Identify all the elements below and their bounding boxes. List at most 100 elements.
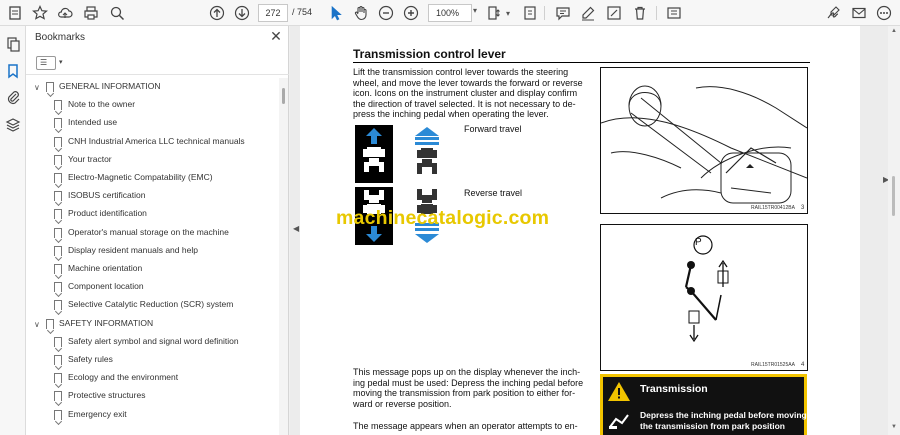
bookmark-icon bbox=[54, 300, 62, 311]
collapse-panel-left-icon[interactable]: ◀ bbox=[293, 224, 299, 233]
previous-page-icon[interactable] bbox=[207, 3, 227, 23]
zoom-in-icon[interactable] bbox=[401, 3, 421, 23]
bookmark-section[interactable]: ∨ GENERAL INFORMATION bbox=[26, 78, 278, 96]
bookmark-options-button[interactable]: ☰ ▾ bbox=[36, 56, 63, 70]
highlight-pen-icon[interactable] bbox=[578, 3, 598, 23]
bookmark-icon bbox=[54, 355, 62, 365]
bookmarks-panel: Bookmarks ✕ ☰ ▾ ∨ GENERAL INFORMATION Note … bbox=[26, 26, 289, 435]
email-icon[interactable] bbox=[849, 3, 869, 23]
bookmark-item[interactable]: Component location bbox=[26, 278, 278, 296]
park-symbol-label: P bbox=[695, 237, 702, 248]
section-heading: Transmission control lever bbox=[353, 47, 506, 61]
next-page-icon[interactable] bbox=[232, 3, 252, 23]
bookmark-item[interactable]: Display resident manuals and help bbox=[26, 242, 278, 260]
bookmark-icon bbox=[54, 118, 62, 129]
document-scroll-thumb[interactable] bbox=[892, 176, 895, 216]
sign-icon[interactable] bbox=[824, 3, 844, 23]
cloud-upload-icon[interactable] bbox=[55, 3, 75, 23]
scroll-down-icon[interactable]: ▼ bbox=[891, 424, 897, 430]
bookmark-icon bbox=[54, 391, 62, 402]
draw-icon[interactable] bbox=[604, 3, 624, 23]
bookmark-item[interactable]: Note to the owner bbox=[26, 96, 278, 114]
page-number-input[interactable]: 272 bbox=[258, 4, 288, 22]
bookmark-item[interactable]: Operator's manual storage on the machine bbox=[26, 224, 278, 242]
home-icon[interactable] bbox=[5, 3, 25, 23]
scroll-up-icon[interactable]: ▲ bbox=[891, 28, 897, 34]
page-total: / 754 bbox=[292, 7, 313, 17]
bookmark-item[interactable]: Ecology and the environment bbox=[26, 369, 278, 387]
select-cursor-icon[interactable] bbox=[326, 3, 346, 23]
lever-positions-diagram bbox=[684, 235, 729, 343]
forward-travel-icon-active bbox=[355, 125, 393, 183]
more-tools-icon[interactable] bbox=[664, 3, 684, 23]
bookmark-item[interactable]: Safety alert symbol and signal word defi… bbox=[26, 333, 278, 351]
bookmark-label: Note to the owner bbox=[68, 99, 136, 110]
warning-text: Depress the inching pedal before moving … bbox=[640, 410, 807, 431]
scroll-mode-icon[interactable] bbox=[520, 3, 540, 23]
print-icon[interactable] bbox=[81, 3, 101, 23]
page-fit-icon[interactable] bbox=[484, 3, 504, 23]
chevron-down-icon[interactable]: ∨ bbox=[34, 83, 40, 92]
page-fit-caret-icon[interactable]: ▾ bbox=[503, 3, 513, 23]
bookmark-icon bbox=[54, 245, 62, 256]
bookmark-label: Selective Catalytic Reduction (SCR) syst… bbox=[68, 299, 234, 310]
bookmark-item[interactable]: Protective structures bbox=[26, 387, 278, 405]
figure-number: 4 bbox=[801, 362, 805, 368]
hand-tool-icon[interactable] bbox=[351, 3, 371, 23]
reverse-travel-label: Reverse travel bbox=[464, 188, 523, 198]
bookmarks-panel-icon[interactable] bbox=[5, 63, 21, 79]
watermark-text: machinecatalogic.com bbox=[336, 207, 550, 229]
main-toolbar: 272 / 754 100% ▾ ▾ bbox=[0, 0, 900, 26]
page-thumbnails-icon[interactable] bbox=[5, 36, 21, 52]
document-scrollbar[interactable]: ▲ ▼ bbox=[888, 26, 900, 435]
bookmark-item[interactable]: Your tractor bbox=[26, 151, 278, 169]
panel-scroll-thumb[interactable] bbox=[282, 88, 285, 104]
bookmark-section[interactable]: ∨ SAFETY INFORMATION bbox=[26, 315, 278, 333]
bookmark-item[interactable]: Product identification bbox=[26, 205, 278, 223]
display-warning-message: Transmission Depress the inching pedal b… bbox=[600, 374, 807, 435]
search-icon[interactable] bbox=[107, 3, 127, 23]
bookmark-icon bbox=[54, 136, 62, 147]
bookmark-label: Intended use bbox=[68, 117, 118, 128]
bookmark-item[interactable]: CNH Industrial America LLC technical man… bbox=[26, 133, 278, 151]
more-options-icon[interactable] bbox=[874, 3, 894, 23]
bookmark-item[interactable]: Intended use bbox=[26, 114, 278, 132]
side-rail bbox=[0, 26, 26, 435]
bookmark-label: Protective structures bbox=[68, 390, 146, 401]
bookmark-icon bbox=[54, 409, 62, 420]
paragraph-lever: Lift the transmission control lever towa… bbox=[353, 67, 583, 120]
zoom-out-icon[interactable] bbox=[376, 3, 396, 23]
panel-scrollbar[interactable] bbox=[279, 78, 288, 435]
toolbar-divider bbox=[544, 6, 545, 20]
comment-icon[interactable] bbox=[553, 3, 573, 23]
close-icon[interactable]: ✕ bbox=[269, 29, 283, 43]
paragraph-appears: The message appears when an operator att… bbox=[353, 421, 578, 431]
bookmark-item[interactable]: Selective Catalytic Reduction (SCR) syst… bbox=[26, 296, 278, 314]
figure-number: 3 bbox=[801, 205, 805, 211]
bookmark-label: Display resident manuals and help bbox=[68, 244, 198, 255]
inching-pedal-icon bbox=[609, 414, 629, 429]
bookmark-label: Safety rules bbox=[68, 354, 113, 364]
delete-icon[interactable] bbox=[630, 3, 650, 23]
layers-icon[interactable] bbox=[5, 117, 21, 133]
bookmark-label: Safety alert symbol and signal word defi… bbox=[68, 335, 239, 346]
bookmark-item[interactable]: Safety rules bbox=[26, 351, 278, 369]
chevron-down-icon[interactable]: ▾ bbox=[473, 6, 477, 15]
bookmark-tree: ∨ GENERAL INFORMATION Note to the owner Int… bbox=[26, 78, 278, 435]
bookmark-item[interactable]: Emergency exit bbox=[26, 406, 278, 424]
bookmark-label: CNH Industrial America LLC technical man… bbox=[68, 135, 245, 146]
zoom-level-select[interactable]: 100% bbox=[428, 4, 472, 22]
bookmark-label: Electro-Magnetic Compatability (EMC) bbox=[68, 172, 213, 182]
attachments-icon[interactable] bbox=[5, 89, 21, 105]
bookmark-icon bbox=[54, 173, 62, 183]
bookmark-item[interactable]: ISOBUS certification bbox=[26, 187, 278, 205]
bookmark-label: Ecology and the environment bbox=[68, 372, 179, 383]
chevron-down-icon[interactable]: ∨ bbox=[34, 320, 40, 329]
bookmark-item[interactable]: Machine orientation bbox=[26, 260, 278, 278]
figure-code: RAIL15TR00412BA bbox=[751, 205, 795, 211]
bookmark-star-icon[interactable] bbox=[30, 3, 50, 23]
forward-travel-label: Forward travel bbox=[464, 124, 522, 134]
bookmark-label: ISOBUS certification bbox=[68, 190, 146, 201]
warning-icon bbox=[608, 382, 630, 401]
bookmark-item[interactable]: Electro-Magnetic Compatability (EMC) bbox=[26, 169, 278, 187]
